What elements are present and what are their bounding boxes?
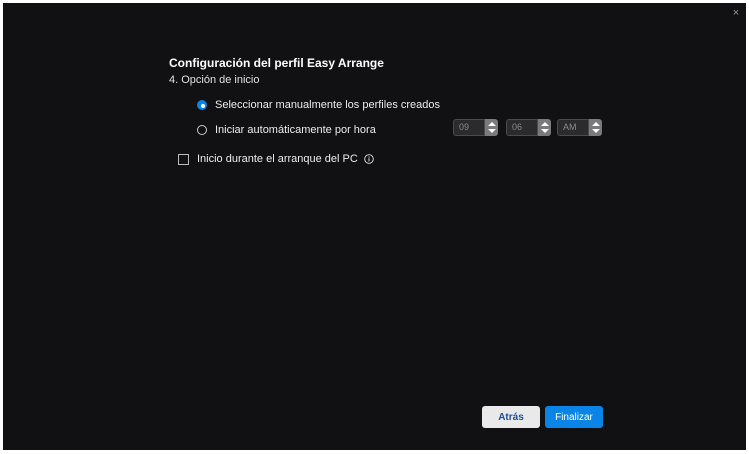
radio-auto[interactable] bbox=[197, 125, 207, 135]
radio-manual-option[interactable]: Seleccionar manualmente los perfiles cre… bbox=[197, 99, 440, 111]
back-button[interactable]: Atrás bbox=[482, 406, 540, 428]
minute-down-icon[interactable] bbox=[540, 129, 549, 134]
minute-up-icon[interactable] bbox=[540, 121, 549, 126]
period-down-icon[interactable] bbox=[591, 129, 600, 134]
step-subtitle: 4. Opción de inicio bbox=[169, 74, 260, 86]
hour-stepper[interactable]: 09 bbox=[453, 119, 498, 136]
period-spin-buttons bbox=[589, 119, 602, 136]
radio-auto-label: Iniciar automáticamente por hora bbox=[215, 124, 376, 136]
hour-spin-buttons bbox=[485, 119, 498, 136]
minute-spin-buttons bbox=[538, 119, 551, 136]
minute-field[interactable]: 06 bbox=[506, 119, 538, 136]
period-stepper[interactable]: AM bbox=[557, 119, 602, 136]
dialog-window: × Configuración del perfil Easy Arrange … bbox=[3, 3, 746, 450]
radio-manual-label: Seleccionar manualmente los perfiles cre… bbox=[215, 99, 441, 111]
period-up-icon[interactable] bbox=[591, 121, 600, 126]
screen-frame: × Configuración del perfil Easy Arrange … bbox=[0, 0, 749, 454]
info-icon[interactable] bbox=[364, 154, 374, 164]
finish-button[interactable]: Finalizar bbox=[545, 406, 603, 428]
close-icon[interactable]: × bbox=[730, 7, 742, 19]
startup-checkbox[interactable] bbox=[178, 153, 189, 165]
period-field[interactable]: AM bbox=[557, 119, 589, 136]
page-title: Configuración del perfil Easy Arrange bbox=[169, 56, 384, 70]
hour-down-icon[interactable] bbox=[487, 129, 496, 134]
minute-stepper[interactable]: 06 bbox=[506, 119, 551, 136]
radio-manual[interactable] bbox=[197, 100, 207, 110]
hour-up-icon[interactable] bbox=[487, 121, 496, 126]
hour-field[interactable]: 09 bbox=[453, 119, 485, 136]
startup-label: Inicio durante el arranque del PC bbox=[197, 153, 358, 165]
radio-auto-option[interactable]: Iniciar automáticamente por hora bbox=[197, 124, 376, 136]
startup-option[interactable]: Inicio durante el arranque del PC bbox=[178, 153, 374, 165]
